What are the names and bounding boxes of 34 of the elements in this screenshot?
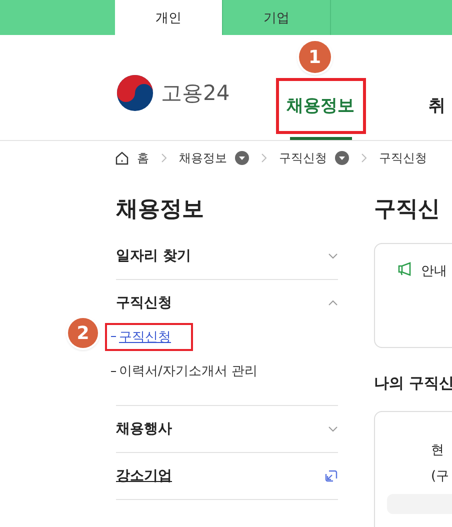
megaphone-icon [397,262,413,276]
chevron-icon [361,153,367,163]
nav-link[interactable]: 취 [418,78,452,134]
link-icon[interactable] [324,469,338,483]
emblem-icon[interactable] [116,74,154,112]
sidebar-title: 채용정보 [116,197,205,223]
notice-label: 안내 [421,263,447,280]
chevron-down-icon[interactable] [328,253,338,259]
sidebar-item[interactable]: 일자리 찾기 [116,247,191,265]
breadcrumb-link[interactable]: 구직신청 [279,150,327,166]
chevron-up-icon[interactable] [328,300,338,306]
chevron-down-icon[interactable] [328,426,338,432]
nav-link[interactable]: 채용정보 [276,78,366,134]
active-underline [290,137,352,140]
breadcrumb-link[interactable]: 홈 [137,150,149,166]
sidebar-item[interactable]: 강소기업 [116,467,172,485]
chevron-icon [261,153,267,163]
audience-tab[interactable]: 개인 [115,0,223,35]
step-badge: 2 [68,318,98,348]
sidebar-item[interactable]: 채용행사 [116,420,172,438]
sidebar-item[interactable]: 구직신청 [116,294,172,312]
page-title: 구직신 [374,197,441,223]
status-text: 현 [431,442,445,460]
breadcrumb-link[interactable]: 구직신청 [379,150,427,166]
step-badge: 1 [298,41,331,73]
dropdown-icon[interactable] [235,151,249,165]
submenu-link[interactable]: 이력서/자기소개서 관리 [105,357,264,385]
home-icon[interactable] [115,151,129,165]
submenu-link[interactable]: 구직신청 [105,322,193,350]
chevron-icon [161,153,167,163]
breadcrumb-link[interactable]: 채용정보 [179,150,227,166]
status-text: (구 [431,468,450,486]
logo-text[interactable]: 고용24 [161,79,230,107]
dropdown-icon[interactable] [335,151,349,165]
